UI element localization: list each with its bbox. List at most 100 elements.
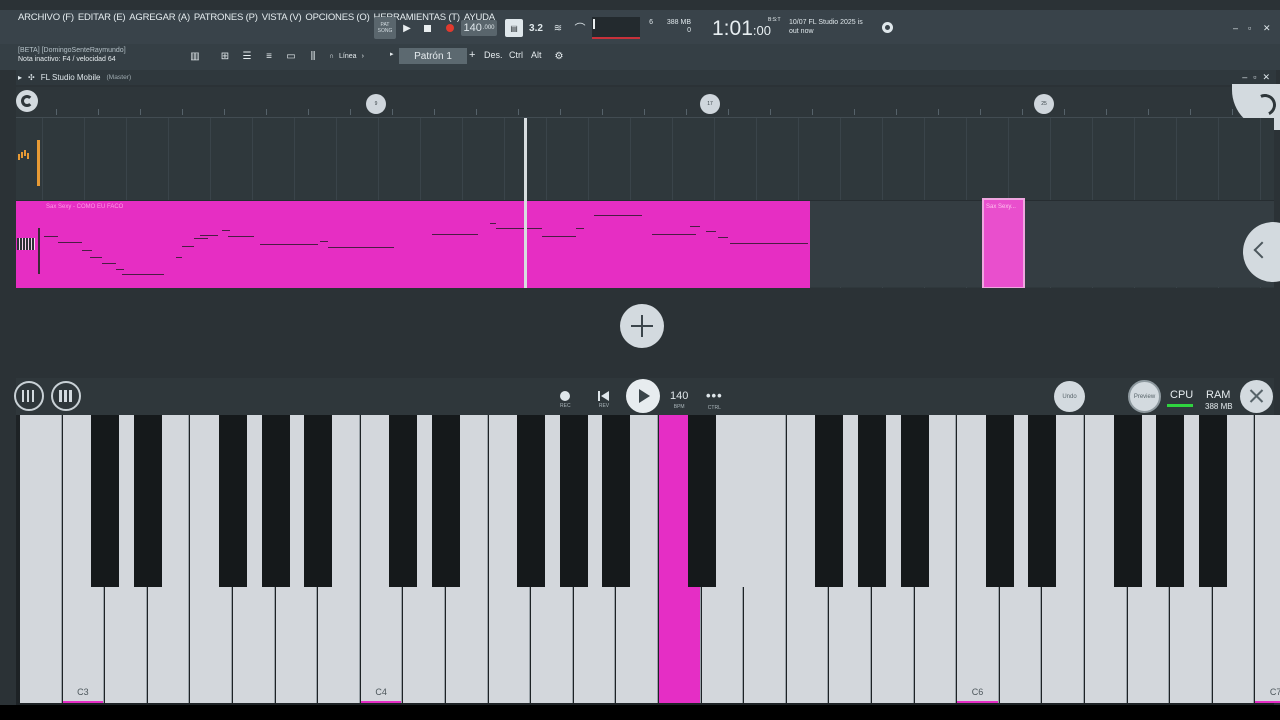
note	[90, 257, 102, 258]
black-key[interactable]	[517, 415, 546, 587]
drum-track-icon[interactable]	[18, 148, 32, 160]
bpm-value: 140	[670, 390, 689, 402]
snap-mode-label: Línea	[339, 53, 357, 60]
black-key[interactable]	[1028, 415, 1057, 587]
menu-agregar[interactable]: AGREGAR (A)	[129, 12, 190, 23]
menu-vista[interactable]: VISTA (V)	[262, 12, 302, 23]
pattern-clip-small[interactable]	[982, 198, 1025, 289]
wait-input-icon[interactable]: ≋	[549, 19, 567, 37]
black-key[interactable]	[985, 415, 1014, 587]
note	[58, 242, 82, 243]
black-key[interactable]	[133, 415, 162, 587]
close-window-icon[interactable]: ✕	[1263, 23, 1271, 34]
settings-icon[interactable]: ✣	[28, 73, 35, 82]
white-key[interactable]: C7	[1255, 415, 1280, 703]
song-time-display[interactable]: 1:01:00 B:S:T	[712, 17, 781, 41]
black-key[interactable]	[858, 415, 886, 587]
collapse-arrow-icon[interactable]: ▸	[18, 73, 22, 82]
black-key[interactable]	[91, 415, 120, 587]
minimize-icon[interactable]: –	[1233, 23, 1238, 33]
bar-marker-9[interactable]: 9	[366, 94, 386, 114]
preview-button[interactable]: Preview	[1128, 380, 1161, 413]
ctrl-button[interactable]: Ctrl	[509, 50, 523, 60]
black-key[interactable]	[219, 415, 247, 587]
timeline-ruler[interactable]	[16, 87, 1274, 118]
black-key[interactable]	[304, 415, 333, 587]
online-globe-icon[interactable]	[882, 22, 893, 33]
browser-icon[interactable]: ▭	[283, 49, 299, 64]
menu-opciones[interactable]: OPCIONES (O)	[305, 12, 369, 23]
window-subtitle: (Master)	[106, 74, 132, 81]
plugin-close-icon[interactable]: ✕	[1262, 72, 1270, 83]
menu-archivo[interactable]: ARCHIVO (F)	[18, 12, 74, 23]
menu-editar[interactable]: EDITAR (E)	[78, 12, 126, 23]
note	[718, 237, 728, 238]
black-key[interactable]	[389, 415, 418, 587]
bar-marker-17[interactable]: 17	[700, 94, 720, 114]
typing-keyboard-icon[interactable]: ▤	[505, 19, 523, 37]
cpu-label: CPU	[1170, 389, 1194, 401]
rewind-control[interactable]: REV	[598, 386, 610, 409]
bpm-control[interactable]: 140 BPM	[670, 388, 688, 410]
metronome-icon[interactable]: ⌒	[571, 19, 589, 37]
black-key[interactable]	[1113, 415, 1142, 587]
fl-logo-icon[interactable]	[16, 90, 38, 112]
news-panel[interactable]: 10/07 FL Studio 2025 is out now	[789, 18, 863, 36]
settings-gear-icon[interactable]: ⚙	[551, 49, 567, 64]
black-key[interactable]	[1198, 415, 1227, 587]
plugin-maximize-icon[interactable]: ▫	[1253, 72, 1256, 83]
rec-control[interactable]: REC	[560, 386, 571, 409]
step-size-display[interactable]: 3.2	[527, 19, 545, 37]
add-pattern-icon[interactable]: +	[469, 49, 475, 61]
black-key[interactable]	[815, 415, 844, 587]
piano-roll-icon[interactable]: ≡	[261, 49, 277, 64]
black-key[interactable]	[1156, 415, 1185, 587]
note	[228, 236, 254, 237]
tempo-display[interactable]: 140.000	[461, 20, 497, 36]
note	[576, 228, 584, 229]
black-key[interactable]	[559, 415, 588, 587]
close-keyboard-icon[interactable]	[1240, 380, 1273, 413]
white-key[interactable]	[20, 415, 62, 703]
add-track-button[interactable]	[620, 304, 664, 348]
channel-rack-icon[interactable]: ☰	[239, 49, 255, 64]
piano-keyboard[interactable]: C3 C4 C6 C7	[16, 415, 1280, 705]
piano-icon[interactable]: ▥	[187, 49, 203, 64]
sax-track-volume[interactable]	[38, 228, 40, 274]
des-button[interactable]: Des.	[484, 50, 503, 60]
black-key[interactable]	[261, 415, 290, 587]
mixer-sliders-icon[interactable]	[14, 381, 44, 411]
more-dots-icon: •••	[706, 388, 723, 403]
stop-button[interactable]	[420, 20, 434, 36]
note	[652, 234, 696, 235]
playhead[interactable]	[524, 118, 527, 288]
transport-play-button[interactable]	[626, 379, 660, 413]
rec-caption: REC	[560, 403, 571, 409]
ctrl-control[interactable]: ••• CTRL	[706, 388, 723, 412]
bar-marker-25[interactable]: 25	[1034, 94, 1054, 114]
menu-patrones[interactable]: PATRONES (P)	[194, 12, 258, 23]
black-key[interactable]	[900, 415, 929, 587]
pat-song-toggle[interactable]: PAT SONG	[374, 17, 396, 39]
black-key[interactable]	[602, 415, 631, 587]
note	[44, 236, 58, 237]
play-button[interactable]: ▶	[400, 20, 414, 36]
plugin-window-title[interactable]: ▸ ✣ FL Studio Mobile (Master)	[16, 70, 1276, 85]
note	[432, 234, 478, 235]
plugin-minimize-icon[interactable]: –	[1242, 72, 1247, 83]
maximize-icon[interactable]: ▫	[1248, 23, 1251, 33]
black-key[interactable]	[687, 415, 716, 587]
instrument-keys-icon[interactable]	[51, 381, 81, 411]
black-key[interactable]	[730, 415, 759, 587]
mixer-icon[interactable]: ⫼	[305, 49, 321, 64]
pattern-arrow-icon[interactable]: ▸	[390, 50, 394, 58]
drum-track-volume[interactable]	[37, 140, 40, 186]
snap-mode-select[interactable]: ∩ Línea ›	[329, 50, 381, 63]
alt-button[interactable]: Alt	[531, 50, 542, 60]
black-key[interactable]	[432, 415, 460, 587]
pattern-selector[interactable]: Patrón 1	[399, 48, 467, 64]
octave-indicator	[957, 701, 998, 703]
record-button[interactable]	[443, 21, 457, 35]
playlist-icon[interactable]: ⊞	[217, 49, 233, 64]
undo-button[interactable]: Undo	[1054, 381, 1085, 412]
